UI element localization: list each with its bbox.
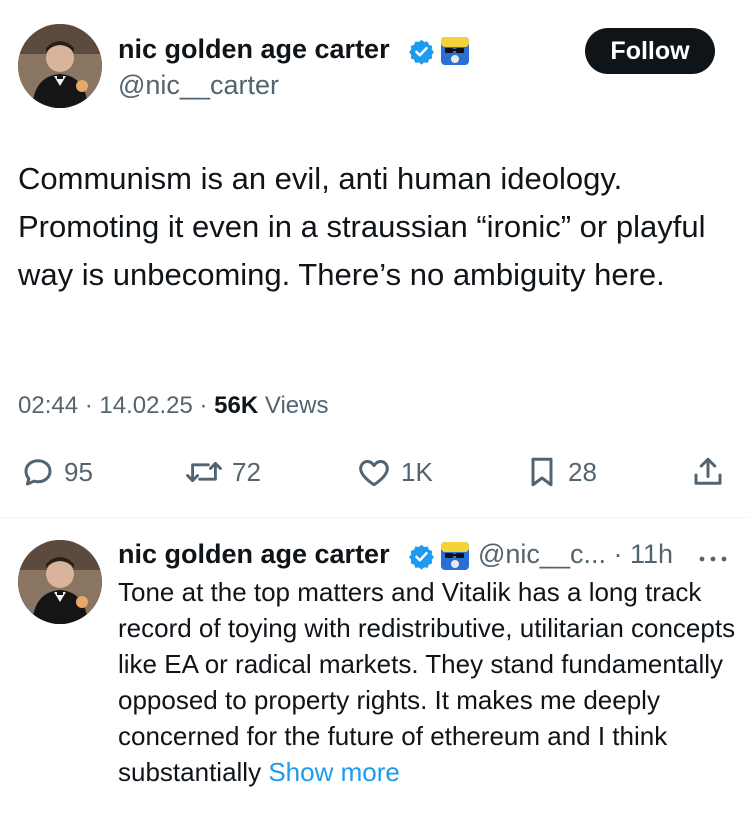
author-name[interactable]: nic golden age carter — [118, 34, 390, 65]
share-button[interactable] — [690, 452, 726, 492]
tweet-text: Communism is an evil, anti human ideolog… — [18, 161, 706, 292]
meta-separator: · — [84, 392, 93, 419]
repost-button[interactable]: 72 — [184, 452, 261, 492]
meta-separator: · — [199, 392, 208, 419]
tweet-time[interactable]: 02:44 — [18, 392, 78, 419]
reply-button[interactable]: 95 — [20, 452, 93, 492]
reply-text: Tone at the top matters and Vitalik has … — [118, 577, 736, 787]
sunglasses-emoji-icon — [441, 542, 469, 570]
share-icon — [694, 457, 722, 485]
reply-author-name[interactable]: nic golden age carter — [118, 539, 390, 570]
like-count: 1K — [401, 456, 433, 487]
reply-icon — [24, 459, 52, 486]
avatar[interactable] — [18, 24, 102, 108]
views-count: 56K — [214, 392, 259, 419]
sunglasses-emoji-icon — [441, 37, 469, 65]
bookmark-icon — [531, 457, 553, 487]
follow-button[interactable]: Follow — [585, 28, 715, 74]
author-handle[interactable]: @nic__carter — [118, 70, 279, 101]
bookmark-count: 28 — [568, 456, 597, 487]
tweet-date[interactable]: 14.02.25 — [99, 392, 192, 419]
verified-badge-icon — [409, 39, 434, 65]
views-label: Views — [264, 392, 329, 419]
show-more-link[interactable]: Show more — [268, 757, 400, 787]
reply-handle[interactable]: @nic__c... — [478, 539, 606, 569]
verified-badge-icon — [409, 544, 434, 570]
reply-time[interactable]: 11h — [630, 539, 673, 569]
reply-text-block: Tone at the top matters and Vitalik has … — [118, 574, 740, 790]
bookmark-button[interactable]: 28 — [524, 452, 597, 492]
like-button[interactable]: 1K — [355, 452, 433, 492]
more-icon[interactable] — [697, 552, 729, 566]
repost-count: 72 — [232, 456, 261, 487]
reply-handle-line: @nic__c... · 11h — [478, 539, 673, 570]
reply-separator: · — [613, 539, 623, 569]
divider — [0, 517, 749, 518]
reply-count: 95 — [64, 456, 93, 487]
repost-icon — [186, 461, 222, 482]
reply-avatar[interactable] — [18, 540, 102, 624]
like-icon — [359, 460, 389, 487]
tweet-meta: 02:44 · 14.02.25 · 56K Views — [18, 392, 328, 420]
